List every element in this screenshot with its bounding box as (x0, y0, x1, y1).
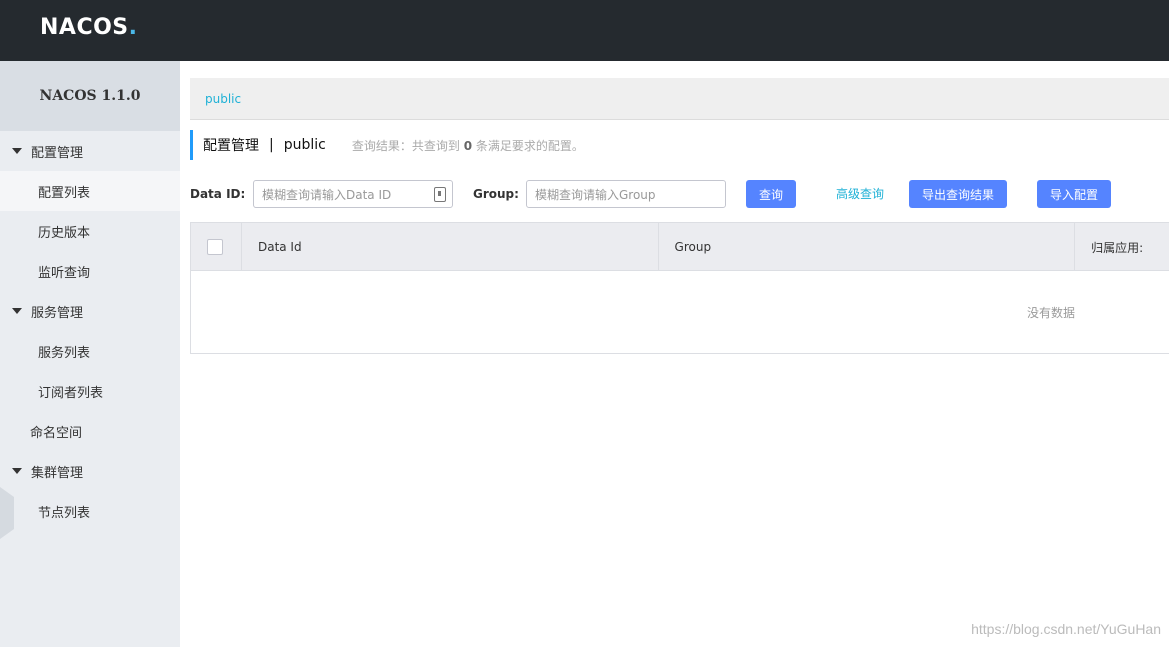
header-checkbox-cell (191, 223, 242, 271)
clipboard-icon[interactable] (434, 187, 446, 202)
data-id-input[interactable]: 模糊查询请输入Data ID (253, 180, 453, 208)
advanced-query-link[interactable]: 高级查询 (836, 180, 884, 208)
logo-text: NACOS (40, 14, 129, 40)
breadcrumb: public (190, 78, 1169, 120)
title-separator: | (269, 137, 274, 153)
caret-down-icon (12, 148, 22, 154)
nav-group-label: 服务管理 (31, 305, 84, 321)
group-input[interactable]: 模糊查询请输入Group (526, 180, 726, 208)
page-title-row: 配置管理 | public 查询结果：共查询到 0 条满足要求的配置。 (190, 130, 584, 160)
breadcrumb-namespace-link[interactable]: public (205, 92, 241, 106)
data-id-placeholder: 模糊查询请输入Data ID (262, 187, 392, 202)
column-header-app[interactable]: 归属应用: (1075, 223, 1169, 271)
nav-group-config[interactable]: 配置管理 (0, 131, 180, 171)
import-config-button[interactable]: 导入配置 (1037, 180, 1111, 208)
sidebar-item-listener-query[interactable]: 监听查询 (0, 251, 180, 291)
empty-state-text: 没有数据 (1026, 305, 1075, 320)
table-header: Data Id Group 归属应用: (191, 223, 1169, 271)
page-title: 配置管理 (203, 138, 259, 154)
nav-group-label: 集群管理 (31, 465, 84, 481)
nacos-logo[interactable]: NACOS. (40, 14, 137, 40)
table-body: 没有数据 (191, 271, 1169, 353)
group-placeholder: 模糊查询请输入Group (535, 187, 656, 202)
data-id-label: Data ID: (190, 187, 246, 201)
query-button[interactable]: 查询 (746, 180, 796, 208)
sidebar-item-history[interactable]: 历史版本 (0, 211, 180, 251)
caret-down-icon (12, 468, 22, 474)
title-namespace: public (283, 137, 326, 153)
watermark: https://blog.csdn.net/YuGuHan (971, 621, 1161, 637)
sidebar-item-subscriber-list[interactable]: 订阅者列表 (0, 371, 180, 411)
config-table: Data Id Group 归属应用: 没有数据 (190, 222, 1169, 354)
sidebar-item-namespace[interactable]: 命名空间 (0, 411, 180, 451)
column-header-data-id[interactable]: Data Id (242, 223, 659, 271)
top-bar: NACOS. (0, 0, 1169, 61)
nav-group-label: 配置管理 (31, 145, 84, 161)
main-content: public 配置管理 | public 查询结果：共查询到 0 条满足要求的配… (190, 78, 1169, 354)
title-accent-bar (190, 130, 193, 160)
caret-down-icon (12, 308, 22, 314)
query-result-summary: 查询结果：共查询到 0 条满足要求的配置。 (352, 137, 584, 154)
sidebar-item-node-list[interactable]: 节点列表 (0, 491, 180, 531)
column-header-group[interactable]: Group (659, 223, 1076, 271)
sidebar: NACOS 1.1.0 配置管理 配置列表 历史版本 监听查询 服务管理 服务列… (0, 61, 180, 647)
select-all-checkbox[interactable] (207, 239, 223, 255)
logo-dot: . (128, 14, 137, 40)
result-prefix: 查询结果：共查询到 (351, 138, 460, 153)
sidebar-item-config-list[interactable]: 配置列表 (0, 171, 180, 211)
sidebar-version: NACOS 1.1.0 (0, 61, 180, 131)
search-bar: Data ID: 模糊查询请输入Data ID Group: 模糊查询请输入Gr… (190, 180, 1169, 208)
nav-group-service[interactable]: 服务管理 (0, 291, 180, 331)
nav-group-cluster[interactable]: 集群管理 (0, 451, 180, 491)
sidebar-collapse-handle[interactable] (0, 487, 14, 539)
result-count: 0 (463, 138, 473, 153)
export-results-button[interactable]: 导出查询结果 (909, 180, 1007, 208)
group-label: Group: (473, 187, 519, 201)
result-suffix: 条满足要求的配置。 (475, 138, 584, 153)
sidebar-item-service-list[interactable]: 服务列表 (0, 331, 180, 371)
